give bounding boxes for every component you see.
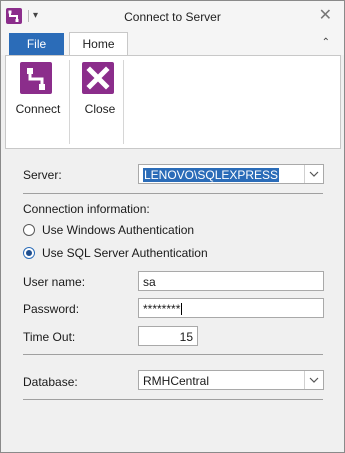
username-value: sa (143, 275, 156, 289)
tab-file[interactable]: File (9, 33, 64, 55)
tab-home[interactable]: Home (69, 32, 128, 56)
server-label: Server: (23, 168, 62, 182)
divider (23, 354, 323, 355)
ribbon-separator (123, 60, 124, 144)
divider (23, 399, 323, 400)
ribbon-panel: Connect Close (5, 55, 341, 149)
ribbon-collapse-icon[interactable]: ⌃ (322, 37, 330, 48)
divider (23, 193, 323, 194)
database-value: RMHCentral (143, 374, 210, 388)
connect-icon (20, 62, 52, 94)
password-label: Password: (23, 302, 80, 316)
timeout-label: Time Out: (23, 330, 76, 344)
server-combo[interactable]: LENOVO\SQLEXPRESS (138, 164, 324, 184)
connection-form: Server: LENOVO\SQLEXPRESS Connection inf… (5, 151, 339, 447)
windows-auth-label[interactable]: Use Windows Authentication (42, 223, 194, 237)
server-value: LENOVO\SQLEXPRESS (143, 168, 280, 182)
close-button-label: Close (84, 102, 116, 116)
chevron-down-icon[interactable] (304, 371, 323, 389)
timeout-value: 15 (179, 330, 193, 344)
sql-auth-radio[interactable] (23, 247, 35, 259)
connect-button[interactable]: Connect (10, 60, 66, 140)
ribbon-tabs: File Home ⌃ (1, 31, 344, 56)
sql-auth-label[interactable]: Use SQL Server Authentication (42, 246, 208, 260)
username-label: User name: (23, 275, 86, 289)
connect-button-label: Connect (15, 102, 61, 116)
title-bar: ▾ Connect to Server ✕ (1, 1, 344, 31)
ribbon-separator (69, 60, 70, 144)
window-title: Connect to Server (124, 10, 221, 24)
database-combo[interactable]: RMHCentral (138, 370, 324, 390)
text-caret (181, 303, 183, 315)
connect-to-server-window: ▾ Connect to Server ✕ File Home ⌃ Connec… (0, 0, 345, 453)
windows-auth-radio[interactable] (23, 224, 35, 236)
password-value: ******** (143, 302, 183, 316)
window-close-icon[interactable]: ✕ (319, 6, 332, 26)
connection-info-heading: Connection information: (23, 202, 150, 216)
username-input[interactable]: sa (138, 271, 324, 291)
password-input[interactable]: ******** (138, 298, 324, 318)
database-label: Database: (23, 375, 78, 389)
close-button[interactable]: Close (72, 60, 128, 140)
chevron-down-icon[interactable] (304, 165, 323, 183)
timeout-input[interactable]: 15 (138, 326, 198, 346)
close-icon (82, 62, 114, 94)
